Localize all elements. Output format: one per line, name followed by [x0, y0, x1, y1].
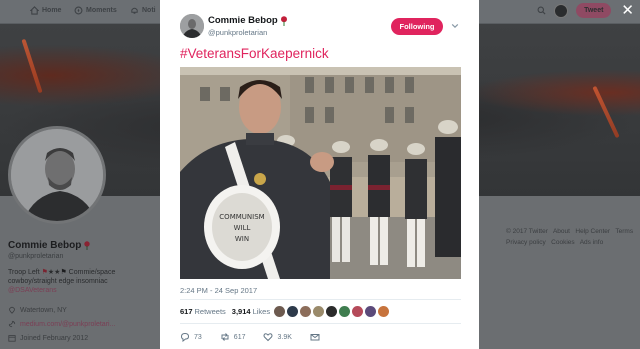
envelope-icon	[310, 334, 320, 341]
footer-help-link[interactable]: Help Center	[575, 228, 610, 235]
author-portrait	[180, 14, 204, 38]
following-button[interactable]: Following	[391, 18, 443, 35]
heart-icon	[263, 333, 273, 342]
nav-home-label: Home	[42, 7, 62, 14]
tweet-photo-image: COMMUNISM WILL WIN	[180, 67, 461, 279]
retweet-count: 617	[233, 333, 246, 341]
nav-tweet-button[interactable]: Tweet	[576, 3, 612, 18]
profile-name-text: Commie Bebop	[8, 240, 82, 251]
reply-action[interactable]: 73	[180, 332, 202, 342]
liker-avatar[interactable]	[378, 306, 389, 317]
footer-line-1: © 2017 Twitter About Help Center Terms	[506, 226, 634, 237]
like-count: 3.9K	[277, 333, 292, 341]
search-icon[interactable]	[537, 6, 546, 15]
home-icon	[30, 6, 39, 15]
liker-avatar[interactable]	[365, 306, 376, 317]
retweet-action[interactable]: 617	[220, 332, 246, 342]
tweet-author-avatar[interactable]	[180, 14, 204, 38]
liker-avatar[interactable]	[339, 306, 350, 317]
profile-bio-line1: Troop Left ⚑★★⚑ Commie/space	[8, 268, 156, 277]
liker-avatar[interactable]	[287, 306, 298, 317]
liker-avatar[interactable]	[274, 306, 285, 317]
liker-avatar[interactable]	[352, 306, 363, 317]
profile-avatar[interactable]	[8, 126, 106, 224]
profile-bio-line1-text: Troop Left	[8, 269, 42, 276]
location-icon	[9, 306, 15, 314]
rose-icon	[84, 241, 91, 250]
bell-icon	[131, 7, 138, 14]
footer-about-link[interactable]: About	[553, 228, 570, 235]
footer-cookies-link[interactable]: Cookies	[551, 239, 574, 246]
profile-handle: @punkproletarian	[8, 253, 64, 260]
liker-avatars	[274, 306, 389, 317]
retweet-icon	[221, 333, 229, 341]
nav-moments-label: Moments	[86, 7, 117, 14]
profile-location-text: Watertown, NY	[20, 306, 67, 314]
footer-ads-link[interactable]: Ads info	[580, 239, 604, 246]
tweet-actions: 73 617 3.9K	[180, 330, 338, 344]
hat-text-2: WILL	[234, 224, 251, 232]
nav-avatar[interactable]	[554, 3, 569, 18]
reply-count: 73	[194, 333, 202, 341]
footer-privacy-link[interactable]: Privacy policy	[506, 239, 546, 246]
nav-right-group: Tweet ✕	[537, 3, 634, 18]
footer-copyright: © 2017 Twitter	[506, 228, 548, 235]
hat-text-1: COMMUNISM	[219, 213, 264, 221]
divider	[180, 299, 461, 300]
reply-icon	[180, 332, 190, 342]
footer-links: © 2017 Twitter About Help Center Terms P…	[506, 226, 634, 248]
liker-avatar[interactable]	[300, 306, 311, 317]
tweet-stats: 617 Retweets 3,914 Likes	[180, 304, 276, 318]
profile-website-text[interactable]: medium.com/@punkproletari...	[20, 321, 115, 328]
nav-home[interactable]: Home	[30, 6, 61, 15]
profile-joined: Joined February 2012	[8, 334, 88, 342]
calendar-icon	[8, 335, 16, 342]
tweet-author-name[interactable]: Commie Bebop	[208, 15, 288, 26]
banner-flare	[21, 38, 43, 94]
likes-count[interactable]: 3,914	[232, 307, 251, 316]
profile-bio-line2: cowboy/straight edge insomniac	[8, 278, 108, 285]
divider	[180, 323, 461, 324]
profile-bio-link[interactable]: @DSAVeterans	[8, 286, 156, 295]
tweet-photo[interactable]: COMMUNISM WILL WIN	[180, 67, 461, 279]
banner-flare	[592, 85, 620, 139]
tweet-author-name-text[interactable]: Commie Bebop	[208, 15, 278, 26]
link-icon	[8, 320, 16, 328]
tweet-timestamp[interactable]: 2:24 PM - 24 Sep 2017	[180, 286, 257, 295]
liker-avatar[interactable]	[326, 306, 337, 317]
hat-text-3: WIN	[235, 235, 249, 243]
tweet-hashtag[interactable]: #VeteransForKaepernick	[180, 46, 329, 61]
like-action[interactable]: 3.9K	[263, 332, 292, 342]
likes-label[interactable]: Likes	[253, 307, 271, 316]
profile-website[interactable]: medium.com/@punkproletari...	[8, 320, 115, 328]
retweets-count[interactable]: 617	[180, 307, 193, 316]
profile-bio-line1-rest: Commie/space	[66, 269, 116, 276]
nav-notifications[interactable]: Noti	[130, 6, 156, 15]
nav-moments[interactable]: Moments	[74, 6, 117, 15]
liker-avatar[interactable]	[313, 306, 324, 317]
profile-name: Commie Bebop	[8, 240, 91, 251]
footer-terms-link[interactable]: Terms	[615, 228, 633, 235]
moments-icon	[74, 6, 83, 15]
profile-location: Watertown, NY	[8, 306, 67, 314]
profile-joined-text: Joined February 2012	[20, 334, 89, 342]
stars-icon: ★★	[47, 269, 61, 276]
close-icon[interactable]: ✕	[621, 3, 634, 18]
dm-action[interactable]	[310, 332, 320, 342]
nav-notifications-label: Noti	[142, 7, 156, 14]
tweet-author-handle[interactable]: @punkproletarian	[208, 28, 267, 37]
footer-line-2: Privacy policy Cookies Ads info	[506, 237, 634, 248]
profile-bio: Troop Left ⚑★★⚑ Commie/space cowboy/stra…	[8, 268, 156, 295]
rose-icon	[280, 15, 287, 26]
chevron-down-icon[interactable]	[451, 22, 459, 30]
retweets-label[interactable]: Retweets	[195, 307, 226, 316]
